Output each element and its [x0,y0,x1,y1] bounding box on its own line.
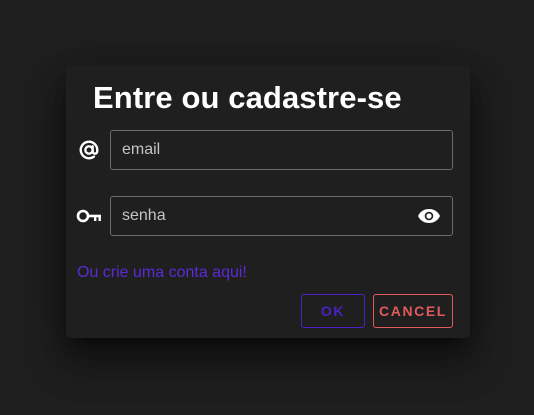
at-sign-icon [76,138,102,162]
password-field[interactable] [122,197,402,235]
create-account-link[interactable]: Ou crie uma conta aqui! [77,264,247,282]
email-field-box [110,130,453,170]
password-field-box [110,196,453,236]
dialog-title: Entre ou cadastre-se [93,80,402,115]
eye-icon[interactable] [417,206,441,226]
login-dialog: Entre ou cadastre-se email Ou crie uma c… [66,66,470,338]
key-icon [76,204,102,228]
email-row [76,130,454,170]
cancel-button[interactable]: CANCEL [373,294,453,328]
password-row [76,196,454,236]
ok-button[interactable]: OK [301,294,365,328]
email-field[interactable] [122,131,402,169]
